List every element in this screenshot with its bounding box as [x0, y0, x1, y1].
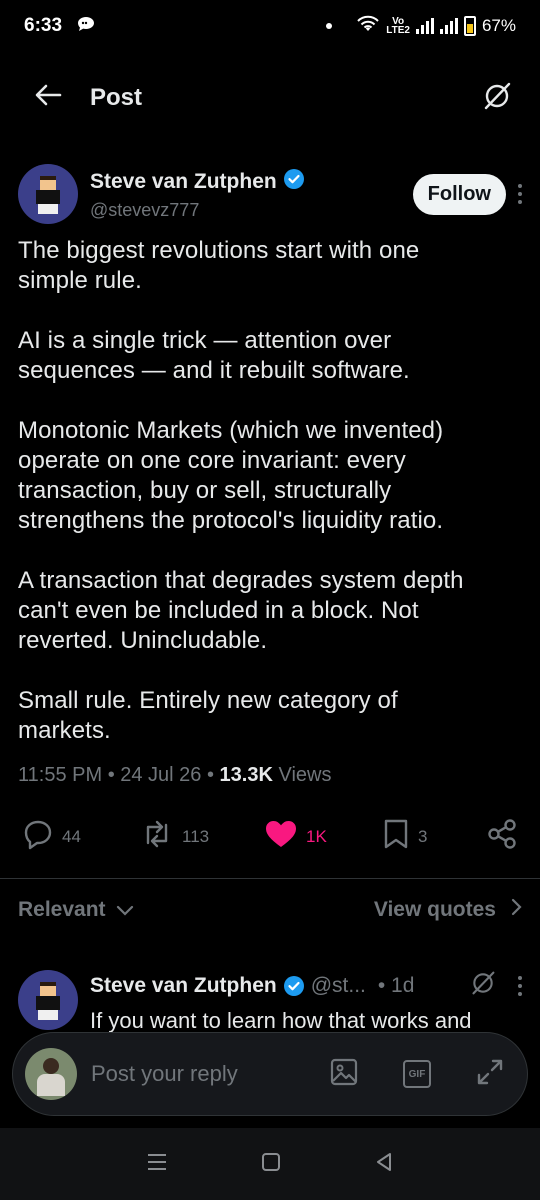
views-label[interactable]: Views	[278, 764, 331, 786]
view-quotes-link[interactable]: View quotes	[374, 898, 522, 922]
home-icon[interactable]	[261, 1152, 281, 1177]
user-avatar	[25, 1048, 77, 1100]
post-header: Post	[0, 70, 540, 126]
gif-icon[interactable]: GIF	[403, 1060, 431, 1088]
signal-icon	[415, 18, 434, 34]
status-bar: 6:33 Vo LTE2 67%	[0, 0, 540, 52]
bookmark-count: 3	[418, 826, 428, 846]
more-options-icon[interactable]	[518, 976, 522, 996]
back-icon[interactable]	[374, 1152, 394, 1177]
volte-indicator: Vo LTE2	[386, 16, 410, 36]
chat-bubble-icon	[76, 15, 96, 38]
more-options-icon[interactable]	[518, 184, 522, 204]
reply-age: • 1d	[377, 974, 415, 997]
reply-button[interactable]: 44	[22, 818, 140, 855]
bookmark-button[interactable]: 3	[382, 818, 486, 855]
views-count: 13.3K	[219, 764, 273, 786]
status-time: 6:33	[24, 15, 63, 36]
post-date: 24 Jul 26	[120, 764, 202, 786]
grok-icon[interactable]	[482, 81, 512, 116]
repost-count: 113	[182, 826, 210, 846]
share-button[interactable]	[486, 818, 518, 855]
repost-icon	[140, 819, 174, 854]
chevron-down-icon	[116, 898, 134, 922]
author-name[interactable]: Steve van Zutphen	[90, 170, 277, 194]
author-meta: Steve van Zutphen @stevevz777	[90, 168, 305, 221]
reply-count: 44	[62, 826, 81, 846]
like-button[interactable]: 1K	[264, 819, 382, 854]
reply-avatar[interactable]	[18, 970, 78, 1030]
recent-apps-icon[interactable]	[146, 1152, 168, 1177]
verified-badge-icon	[283, 975, 305, 997]
battery-icon	[463, 16, 476, 36]
author-handle: @stevevz777	[90, 199, 200, 220]
share-icon	[486, 818, 518, 855]
chevron-right-icon	[510, 898, 522, 922]
post-meta: 11:55 PM • 24 Jul 26 • 13.3K Views	[18, 764, 332, 786]
view-quotes-label: View quotes	[373, 898, 496, 921]
grok-icon[interactable]	[470, 970, 496, 1002]
page-title: Post	[90, 84, 143, 111]
follow-button[interactable]: Follow	[412, 173, 506, 215]
reply-icon	[22, 818, 54, 855]
reply-text: If you want to learn how that works and	[90, 1008, 472, 1033]
verified-badge-icon	[283, 168, 305, 196]
action-bar: 44 113 1K 3	[22, 818, 522, 855]
sort-label: Relevant	[18, 898, 106, 921]
post-text: The biggest revolutions start with one s…	[18, 237, 464, 744]
author-row: Steve van Zutphen @stevevz777 Follow	[18, 164, 522, 224]
reply-composer[interactable]: Post your reply GIF	[12, 1032, 528, 1116]
sort-dropdown[interactable]: Relevant	[18, 898, 134, 922]
reply-author-name[interactable]: Steve van Zutphen	[90, 974, 277, 998]
reply-input[interactable]: Post your reply	[91, 1061, 238, 1087]
heart-icon	[264, 819, 298, 854]
back-arrow-icon[interactable]	[34, 81, 62, 115]
notification-dot	[326, 23, 333, 29]
reply-author-handle: @st...	[310, 974, 366, 997]
battery-percent: 67%	[481, 16, 516, 35]
image-icon[interactable]	[329, 1057, 359, 1092]
replies-sort-bar: Relevant View quotes	[18, 898, 522, 922]
repost-button[interactable]: 113	[140, 819, 264, 854]
gif-label: GIF	[408, 1068, 426, 1080]
post-time: 11:55 PM	[18, 764, 103, 786]
divider	[0, 878, 540, 879]
avatar[interactable]	[18, 164, 78, 224]
post: Steve van Zutphen @stevevz777 Follow The…	[18, 164, 522, 787]
bookmark-icon	[382, 818, 410, 855]
wifi-icon	[356, 15, 380, 38]
system-nav-bar	[0, 1128, 540, 1200]
reply-item[interactable]: Steve van Zutphen @st... • 1d If you wan…	[18, 970, 522, 1034]
expand-icon[interactable]	[475, 1057, 505, 1092]
signal-icon-2	[439, 18, 458, 34]
like-count: 1K	[306, 826, 327, 846]
